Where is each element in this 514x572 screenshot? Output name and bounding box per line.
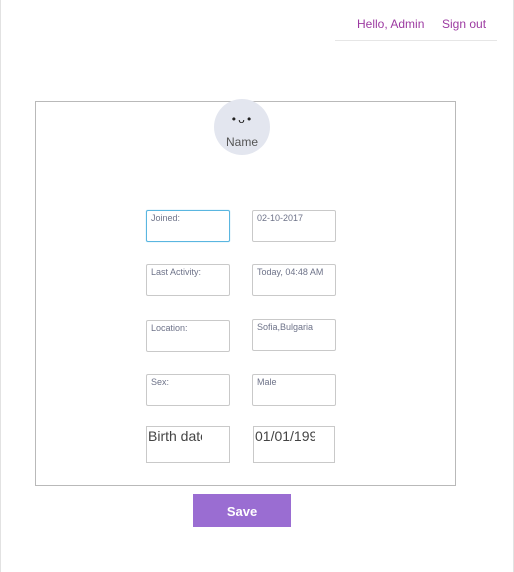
save-button[interactable]: Save — [193, 494, 291, 527]
profile-card — [35, 101, 456, 486]
avatar-face-icon: •ᴗ• — [230, 113, 254, 126]
joined-value-field[interactable]: 02-10-2017 — [252, 210, 336, 242]
sign-out-link[interactable]: Sign out — [442, 17, 486, 31]
birth-date-value-text: 01/01/199 — [255, 428, 315, 444]
last-activity-label-field[interactable]: Last Activity: — [146, 264, 230, 296]
hello-admin-link[interactable]: Hello, Admin — [357, 17, 424, 31]
location-value-field[interactable]: Sofia,Bulgaria — [252, 319, 336, 351]
last-activity-value-field[interactable]: Today, 04:48 AM — [252, 264, 336, 296]
birth-date-label-text: Birth date — [148, 428, 202, 444]
sex-value-field[interactable]: Male — [252, 374, 336, 406]
birth-date-input[interactable]: 01/01/199 — [253, 426, 335, 463]
sex-label-field[interactable]: Sex: — [146, 374, 230, 406]
profile-page: Hello, Admin Sign out •ᴗ• Name Joined: 0… — [0, 0, 514, 572]
joined-label-field[interactable]: Joined: — [146, 210, 230, 242]
top-nav: Hello, Admin Sign out — [335, 8, 497, 41]
birth-date-label-field[interactable]: Birth date — [146, 426, 230, 463]
avatar: •ᴗ• Name — [214, 99, 270, 155]
location-label-field[interactable]: Location: — [146, 320, 230, 352]
profile-name: Name — [225, 135, 258, 149]
